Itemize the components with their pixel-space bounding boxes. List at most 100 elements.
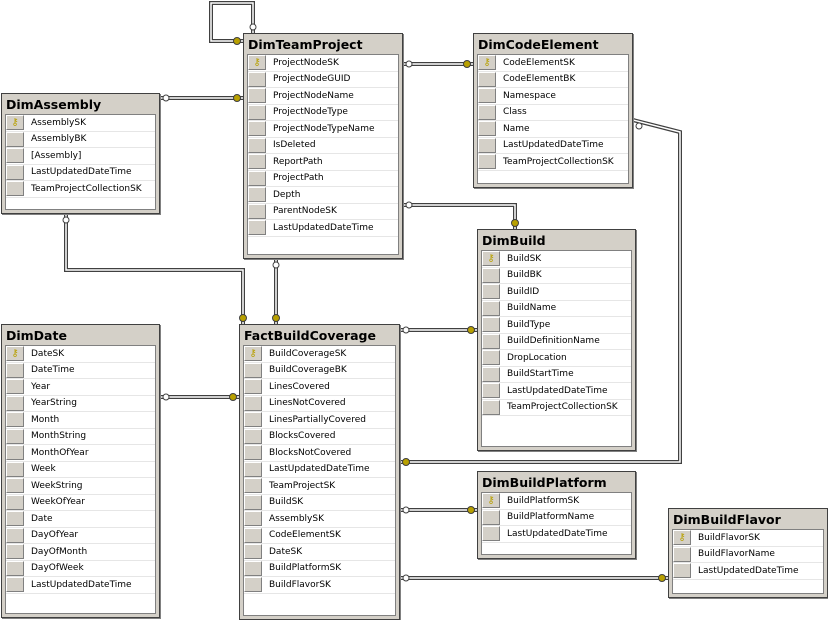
table-title[interactable]: FactBuildCoverage	[240, 325, 399, 345]
column-row[interactable]: BuildID	[482, 284, 631, 301]
row-selector[interactable]	[6, 148, 24, 164]
column-row[interactable]: BuildDefinitionName	[482, 333, 631, 350]
column-row[interactable]: LastUpdatedDateTime	[478, 137, 628, 154]
table-title[interactable]: DimCodeElement	[474, 34, 632, 54]
column-row[interactable]: LastUpdatedDateTime	[6, 164, 155, 181]
row-selector[interactable]	[6, 164, 24, 180]
column-row[interactable]: BlocksCovered	[244, 428, 395, 445]
column-row[interactable]: DayOfWeek	[6, 560, 155, 577]
column-row[interactable]: MonthOfYear	[6, 445, 155, 462]
table-title[interactable]: DimDate	[2, 325, 159, 345]
row-selector[interactable]	[482, 383, 500, 399]
table-title[interactable]: DimBuild	[478, 230, 635, 250]
row-selector[interactable]	[248, 71, 266, 87]
column-row[interactable]: ⚷ CodeElementSK	[478, 55, 628, 72]
row-selector[interactable]	[244, 379, 262, 395]
row-selector[interactable]	[244, 511, 262, 527]
row-selector[interactable]	[478, 88, 496, 104]
table-dimbuild[interactable]: DimBuild ⚷ BuildSK BuildBK BuildID BuildName B…	[477, 229, 636, 451]
column-row[interactable]: ⚷ AssemblySK	[6, 115, 155, 132]
row-selector[interactable]	[6, 461, 24, 477]
column-row[interactable]: ⚷ DateSK	[6, 346, 155, 363]
row-selector[interactable]	[478, 71, 496, 87]
row-selector[interactable]	[244, 412, 262, 428]
table-dimdate[interactable]: DimDate ⚷ DateSK DateTime Year YearString Mont…	[1, 324, 160, 618]
row-selector[interactable]	[478, 121, 496, 137]
table-factbuildcoverage[interactable]: FactBuildCoverage ⚷ BuildCoverageSK BuildCo…	[239, 324, 400, 620]
row-selector[interactable]	[6, 428, 24, 444]
row-selector[interactable]	[482, 284, 500, 300]
column-row[interactable]: AssemblyBK	[6, 131, 155, 148]
column-row[interactable]: [Assembly]	[6, 148, 155, 165]
row-selector[interactable]	[244, 461, 262, 477]
row-selector[interactable]	[482, 526, 500, 542]
row-selector[interactable]	[248, 104, 266, 120]
row-selector[interactable]	[244, 395, 262, 411]
relationship-line[interactable]	[64, 214, 245, 324]
primary-key-icon[interactable]: ⚷	[482, 493, 500, 509]
row-selector[interactable]	[482, 509, 500, 525]
row-selector[interactable]	[6, 379, 24, 395]
column-row[interactable]: BuildStartTime	[482, 366, 631, 383]
column-row[interactable]: LinesPartiallyCovered	[244, 412, 395, 429]
column-row[interactable]: LastUpdatedDateTime	[6, 577, 155, 594]
row-selector[interactable]	[673, 563, 691, 579]
row-selector[interactable]	[6, 445, 24, 461]
row-selector[interactable]	[6, 412, 24, 428]
column-row[interactable]: BuildCoverageBK	[244, 362, 395, 379]
row-selector[interactable]	[6, 577, 24, 593]
row-selector[interactable]	[248, 154, 266, 170]
primary-key-icon[interactable]: ⚷	[244, 346, 262, 362]
column-row[interactable]: Name	[478, 121, 628, 138]
row-selector[interactable]	[482, 267, 500, 283]
row-selector[interactable]	[478, 154, 496, 170]
column-row[interactable]: DateSK	[244, 544, 395, 561]
row-selector[interactable]	[673, 546, 691, 562]
relationship-line[interactable]	[403, 204, 516, 229]
row-selector[interactable]	[478, 104, 496, 120]
column-row[interactable]: LastUpdatedDateTime	[482, 526, 631, 543]
column-row[interactable]: CodeElementSK	[244, 527, 395, 544]
column-row[interactable]: BuildSK	[244, 494, 395, 511]
row-selector[interactable]	[248, 121, 266, 137]
column-row[interactable]: TeamProjectCollectionSK	[6, 181, 155, 198]
table-title[interactable]: DimTeamProject	[244, 34, 402, 54]
table-dimbuildflavor[interactable]: DimBuildFlavor ⚷ BuildFlavorSK BuildFlavorN…	[668, 508, 828, 598]
column-row[interactable]: ProjectNodeTypeName	[248, 121, 398, 138]
column-row[interactable]: ⚷ BuildPlatformSK	[482, 493, 631, 510]
row-selector[interactable]	[244, 527, 262, 543]
row-selector[interactable]	[248, 203, 266, 219]
column-row[interactable]: ParentNodeSK	[248, 203, 398, 220]
column-row[interactable]: LastUpdatedDateTime	[244, 461, 395, 478]
row-selector[interactable]	[482, 399, 500, 415]
relationship-line[interactable]	[403, 203, 517, 229]
primary-key-icon[interactable]: ⚷	[6, 346, 24, 362]
column-row[interactable]: DayOfYear	[6, 527, 155, 544]
column-row[interactable]: TeamProjectCollectionSK	[478, 154, 628, 171]
row-selector[interactable]	[482, 333, 500, 349]
column-row[interactable]: WeekOfYear	[6, 494, 155, 511]
column-row[interactable]: Week	[6, 461, 155, 478]
column-row[interactable]: Namespace	[478, 88, 628, 105]
table-dimcodeelement[interactable]: DimCodeElement ⚷ CodeElementSK CodeElementB…	[473, 33, 633, 188]
column-row[interactable]: TeamProjectSK	[244, 478, 395, 495]
row-selector[interactable]	[244, 544, 262, 560]
row-selector[interactable]	[248, 220, 266, 236]
column-row[interactable]: YearString	[6, 395, 155, 412]
row-selector[interactable]	[482, 317, 500, 333]
column-row[interactable]: LastUpdatedDateTime	[673, 563, 823, 580]
row-selector[interactable]	[244, 428, 262, 444]
row-selector[interactable]	[482, 350, 500, 366]
column-row[interactable]: Depth	[248, 187, 398, 204]
column-row[interactable]: LinesNotCovered	[244, 395, 395, 412]
row-selector[interactable]	[6, 131, 24, 147]
primary-key-icon[interactable]: ⚷	[673, 530, 691, 546]
column-row[interactable]: ProjectNodeGUID	[248, 71, 398, 88]
row-selector[interactable]	[6, 395, 24, 411]
row-selector[interactable]	[244, 362, 262, 378]
column-row[interactable]: BuildFlavorName	[673, 546, 823, 563]
column-row[interactable]: DropLocation	[482, 350, 631, 367]
column-row[interactable]: Date	[6, 511, 155, 528]
column-row[interactable]: BuildPlatformSK	[244, 560, 395, 577]
table-dimassembly[interactable]: DimAssembly ⚷ AssemblySK AssemblyBK [Assembl…	[1, 93, 160, 214]
